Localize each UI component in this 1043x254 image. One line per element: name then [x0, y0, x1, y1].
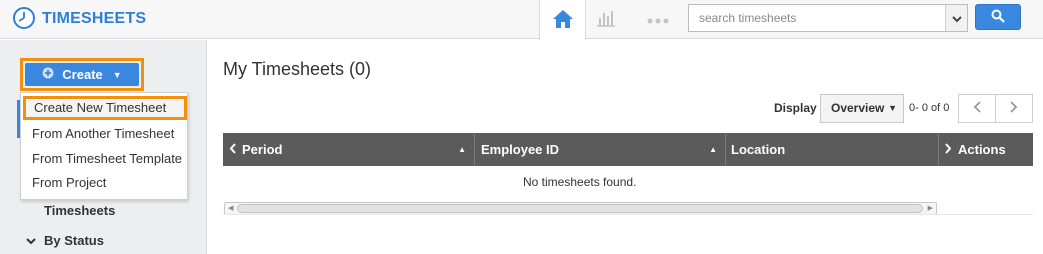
- create-button-label: Create: [62, 67, 103, 82]
- menu-item-from-project[interactable]: From Project: [21, 171, 187, 195]
- brand[interactable]: TIMESHEETS: [12, 5, 146, 33]
- sidebar-group-label: By Status: [44, 233, 104, 248]
- scroll-right-icon[interactable]: ▶: [928, 203, 933, 214]
- menu-item-from-timesheet-template[interactable]: From Timesheet Template: [21, 147, 187, 171]
- chevron-down-icon: [951, 11, 962, 26]
- caret-down-icon: ▼: [112, 69, 122, 80]
- chevron-down-icon: [26, 233, 36, 248]
- display-label: Display: [774, 101, 817, 115]
- column-header-location[interactable]: Location: [726, 133, 939, 166]
- sidebar-item-timesheets[interactable]: Timesheets: [44, 203, 115, 218]
- table-header: Period ▲ Employee ID ▲ Location Actions: [223, 133, 1033, 166]
- display-select[interactable]: Overview ▼: [820, 94, 904, 123]
- clock-icon: [12, 6, 36, 33]
- chevron-left-icon: [229, 133, 236, 166]
- bar-chart-icon: [596, 9, 616, 30]
- divider: [223, 214, 1033, 215]
- caret-down-icon: ▼: [888, 103, 897, 113]
- column-header-actions[interactable]: Actions: [939, 133, 1033, 166]
- scroll-left-icon[interactable]: ◀: [228, 203, 233, 214]
- menu-item-from-another-timesheet[interactable]: From Another Timesheet: [21, 122, 187, 146]
- home-icon: [552, 9, 574, 32]
- chevron-right-icon: [1010, 101, 1018, 116]
- pagination-range: 0- 0 of 0: [909, 102, 950, 114]
- scrollbar-thumb[interactable]: [237, 204, 923, 213]
- menu-item-create-new-timesheet[interactable]: Create New Timesheet: [23, 96, 187, 120]
- column-label: Location: [731, 142, 786, 157]
- search-button[interactable]: [975, 4, 1021, 30]
- create-menu: Create New Timesheet From Another Timesh…: [20, 92, 188, 200]
- search-options-dropdown[interactable]: [945, 5, 967, 31]
- nav-reports-button[interactable]: [592, 6, 620, 32]
- next-page-button[interactable]: [996, 95, 1033, 122]
- search-icon: [991, 9, 1005, 26]
- sort-up-icon: ▲: [709, 145, 717, 154]
- chevron-right-icon: [945, 133, 952, 166]
- column-label: Actions: [958, 142, 1006, 157]
- more-dots-icon: [647, 12, 669, 27]
- page-title: My Timesheets (0): [223, 59, 372, 79]
- column-header-employee-id[interactable]: Employee ID ▲: [475, 133, 726, 166]
- top-bar: TIMESHEETS: [0, 0, 1043, 40]
- app-title: TIMESHEETS: [42, 10, 147, 27]
- search-input[interactable]: [689, 5, 945, 31]
- create-highlight: Create ▼: [20, 58, 144, 91]
- nav-home-button[interactable]: [539, 0, 586, 40]
- sidebar: Create ▼ Create New Timesheet From Anoth…: [0, 40, 207, 254]
- display-select-value: Overview: [831, 101, 885, 115]
- search-box: [688, 4, 968, 32]
- plus-circle-icon: [42, 67, 54, 82]
- nav-more-button[interactable]: [641, 6, 675, 32]
- pager: [958, 94, 1033, 123]
- column-label: Period: [242, 142, 283, 157]
- empty-table-message: No timesheets found.: [523, 175, 637, 189]
- sidebar-group-by-status[interactable]: By Status: [26, 233, 104, 248]
- prev-page-button[interactable]: [959, 95, 996, 122]
- create-button[interactable]: Create ▼: [25, 63, 139, 86]
- column-header-period[interactable]: Period ▲: [223, 133, 475, 166]
- sort-up-icon: ▲: [458, 145, 466, 154]
- column-label: Employee ID: [481, 142, 560, 157]
- chevron-left-icon: [973, 101, 981, 116]
